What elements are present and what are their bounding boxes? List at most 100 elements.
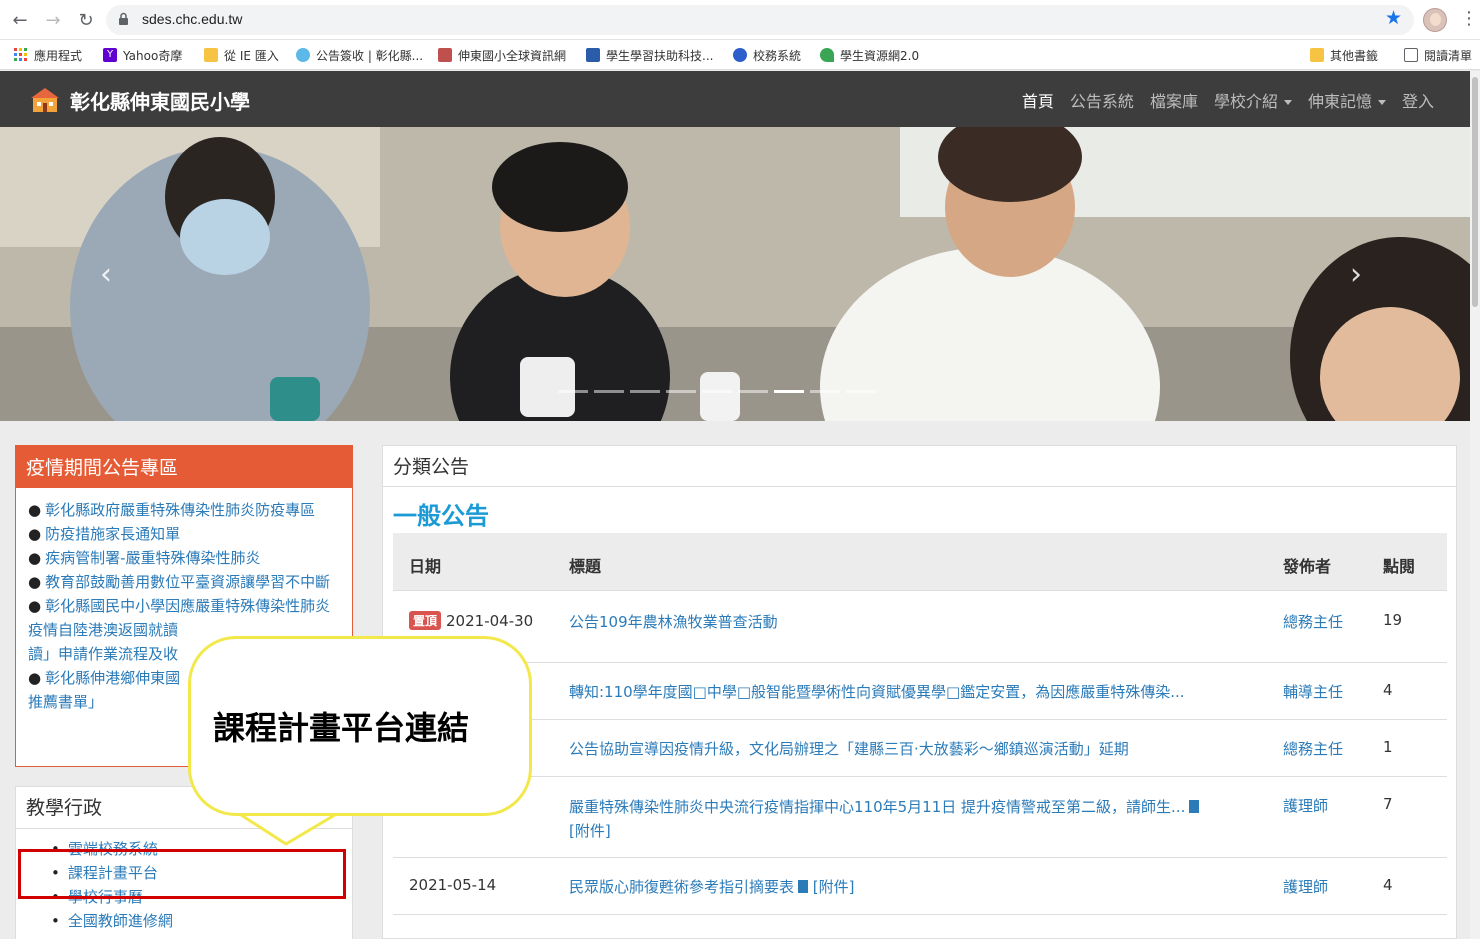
row-views: 1 [1383,738,1393,756]
menu-announcements[interactable]: 公告系統 [1070,88,1134,112]
col-views[interactable]: 點閱 [1383,553,1415,577]
file-icon [798,880,809,893]
lock-icon [119,12,128,25]
pinned-badge: 置頂 [409,611,442,630]
carousel-indicator[interactable] [630,390,660,393]
announcements-title: 分類公告 [383,446,1456,487]
site-navbar: 彰化縣伸東國民小學 首頁 公告系統 檔案庫 學校介紹 伸東記憶 登入 [0,71,1470,127]
row-author-link[interactable]: 總務主任 [1283,738,1343,759]
chevron-down-icon [1283,100,1292,105]
carousel-prev-icon[interactable]: ‹ [100,257,112,292]
table-row: 嚴重特殊傳染性肺炎中央流行疫情指揮中心110年5月11日 提升疫情警戒至第二級，… [393,777,1447,858]
file-icon [1189,800,1200,813]
bookmark-reading-list[interactable]: 閱讀清單 [1404,46,1472,64]
bookmark-student-resources[interactable]: 學生資源網2.0 [820,46,919,64]
admin-link[interactable]: • 全國教師進修網 [51,909,352,933]
carousel-indicator[interactable] [810,390,840,393]
menu-about[interactable]: 學校介紹 [1214,88,1292,112]
bookmark-announcement[interactable]: 公告簽收 | 彰化縣... [296,46,423,64]
profile-avatar[interactable] [1423,8,1447,32]
photo-carousel: ‹ › [0,127,1470,421]
menu-kebab-icon[interactable]: ⋮ [1460,9,1478,29]
carousel-indicator[interactable] [846,390,876,393]
bookmark-other[interactable]: 其他書籤 [1310,46,1378,64]
category-title[interactable]: 一般公告 [393,496,489,531]
col-date[interactable]: 日期 [409,553,441,577]
main-menu: 首頁 公告系統 檔案庫 學校介紹 伸東記憶 登入 [1022,88,1434,112]
chrome-icon [733,48,747,62]
attachment-link[interactable]: [附件] [813,878,855,896]
attachment-link[interactable]: [附件] [569,822,611,840]
chevron-down-icon [1377,100,1386,105]
bookmark-learning-tech[interactable]: 學生學習扶助科技... [586,46,713,64]
announcements-section: 分類公告 一般公告 日期 標題 發佈者 點閱 置頂 2021-04-30 公告10… [382,445,1457,939]
school-icon [438,48,452,62]
bookmark-ie-import[interactable]: 從 IE 匯入 [204,46,279,64]
page-scrollbar[interactable] [1470,71,1480,939]
sprout-icon [820,48,834,62]
school-logo-icon[interactable] [30,86,60,114]
carousel-indicator[interactable] [666,390,696,393]
covid-panel-title: 疫情期間公告專區 [16,446,352,488]
address-bar[interactable]: sdes.chc.edu.tw ★ [106,5,1414,35]
table-row: 公告協助宣導因疫情升級，文化局辦理之「建縣三百·大放藝彩～鄉鎮巡演活動」延期 總… [393,720,1447,777]
menu-about-label: 學校介紹 [1213,92,1278,111]
logo-icon [586,48,600,62]
cloud-icon [296,48,310,62]
bookmark-school-site[interactable]: 伸東國小全球資訊網 [438,46,566,64]
covid-link[interactable]: ● 疾病管制署-嚴重特殊傳染性肺炎 [28,546,340,570]
covid-link[interactable]: ● 防疫措施家長通知單 [28,522,340,546]
announcements-table: 日期 標題 發佈者 點閱 置頂 2021-04-30 公告109年農林漁牧業普查活… [393,533,1447,915]
menu-memories[interactable]: 伸東記憶 [1308,88,1386,112]
covid-link[interactable]: ● 教育部鼓勵善用數位平臺資源讓學習不中斷 [28,570,340,594]
row-title-link[interactable]: 嚴重特殊傳染性肺炎中央流行疫情指揮中心110年5月11日 提升疫情警戒至第二級，… [569,795,1249,843]
row-title-link[interactable]: 公告協助宣導因疫情升級，文化局辦理之「建縣三百·大放藝彩～鄉鎮巡演活動」延期 [569,738,1129,759]
carousel-indicator-active[interactable] [774,390,804,393]
bookmarks-bar: 應用程式 Y Yahoo奇摩 從 IE 匯入 公告簽收 | 彰化縣... 伸東國… [0,40,1480,70]
table-row: 置頂 2021-04-30 公告109年農林漁牧業普查活動 總務主任 19 [393,591,1447,663]
carousel-next-icon[interactable]: › [1350,257,1362,292]
apps-grid-icon [14,48,27,61]
carousel-indicator[interactable] [558,390,588,393]
carousel-indicators [558,390,876,393]
row-title-link[interactable]: 轉知:110學年度國□中學□般智能暨學術性向資賦優異學□鑑定安置，為因應嚴重特殊… [569,681,1185,702]
row-title-link[interactable]: 民眾版心肺復甦術參考指引摘要表 [附件] [569,876,855,897]
row-author-link[interactable]: 輔導主任 [1283,681,1343,702]
bookmark-star-icon[interactable]: ★ [1385,7,1402,29]
table-header: 日期 標題 發佈者 點閱 [393,533,1447,591]
covid-link[interactable]: ● 彰化縣國民中小學因應嚴重特殊傳染性肺炎疫情自陸港澳返國就讀 [28,594,340,642]
forward-arrow-icon[interactable]: → [41,8,65,32]
menu-login[interactable]: 登入 [1402,88,1434,112]
folder-icon [1310,48,1324,62]
covid-link[interactable]: ● 彰化縣政府嚴重特殊傳染性肺炎防疫專區 [28,498,340,522]
carousel-indicator[interactable] [594,390,624,393]
bookmark-apps[interactable]: 應用程式 [14,46,82,64]
bookmark-yahoo[interactable]: Y Yahoo奇摩 [103,46,182,64]
row-author-link[interactable]: 總務主任 [1283,611,1343,632]
row-views: 7 [1383,795,1393,813]
yahoo-icon: Y [103,48,117,62]
row-author-link[interactable]: 護理師 [1283,795,1328,816]
reading-list-icon [1404,48,1418,62]
col-title[interactable]: 標題 [569,553,601,577]
menu-files[interactable]: 檔案庫 [1150,88,1198,112]
carousel-photo [0,127,1470,421]
scrollbar-thumb[interactable] [1472,77,1478,307]
reload-icon[interactable]: ↻ [74,8,98,32]
row-date: 2021-05-14 [409,876,497,894]
row-author-link[interactable]: 護理師 [1283,876,1328,897]
folder-icon [204,48,218,62]
col-author[interactable]: 發佈者 [1283,553,1331,577]
carousel-indicator[interactable] [738,390,768,393]
carousel-indicator[interactable] [702,390,732,393]
row-views: 4 [1383,681,1393,699]
back-arrow-icon[interactable]: ← [8,8,32,32]
bookmark-school-system[interactable]: 校務系統 [733,46,801,64]
menu-home[interactable]: 首頁 [1022,88,1054,112]
row-views: 4 [1383,876,1393,894]
site-title[interactable]: 彰化縣伸東國民小學 [70,86,250,115]
callout-text: 課程計畫平台連結 [213,709,470,747]
highlight-box [18,849,346,899]
row-title-link[interactable]: 公告109年農林漁牧業普查活動 [569,611,778,632]
row-date: 置頂 2021-04-30 [409,611,533,630]
